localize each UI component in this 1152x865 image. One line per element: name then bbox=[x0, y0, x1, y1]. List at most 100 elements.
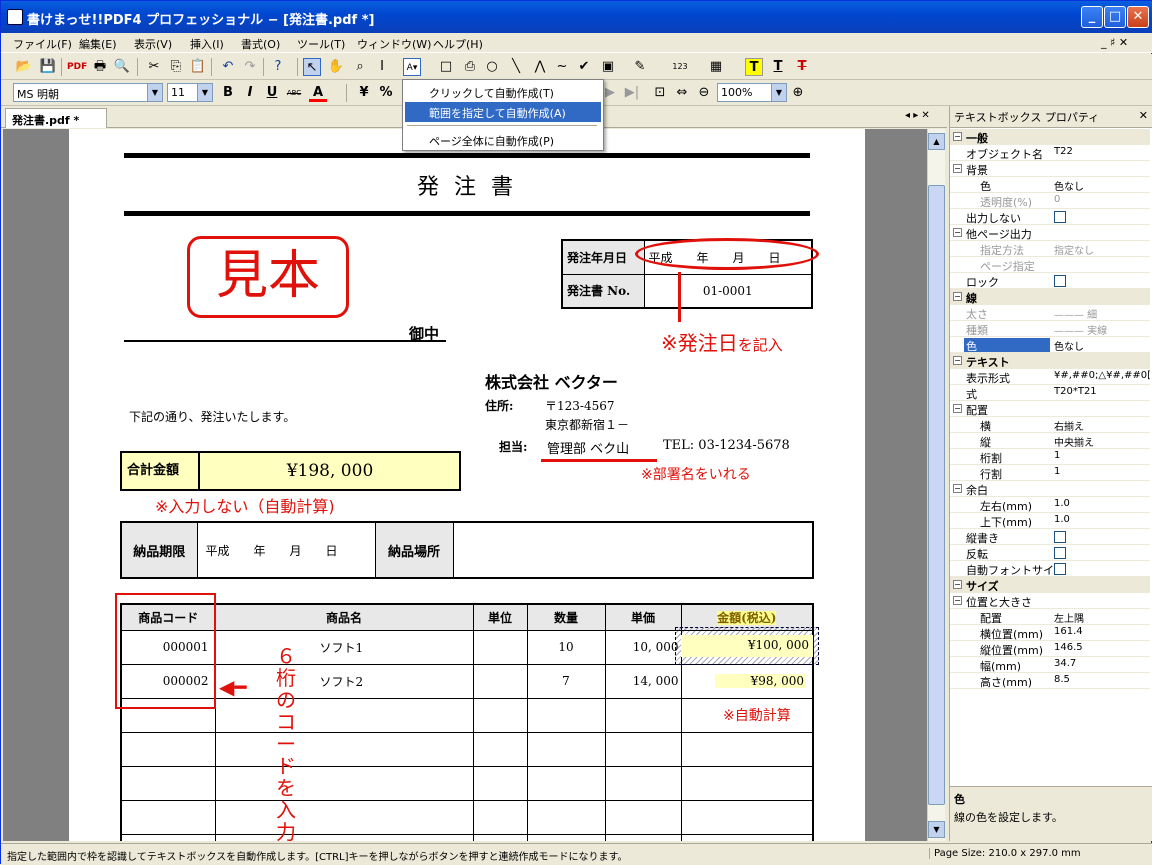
row1-name[interactable]: ソフト1 bbox=[214, 629, 474, 665]
property-checkbox[interactable] bbox=[1054, 531, 1066, 543]
line-icon[interactable]: ╲ bbox=[507, 58, 525, 76]
text-underline-icon[interactable]: T bbox=[769, 58, 787, 76]
zoom-select[interactable]: 100% ▼ bbox=[717, 83, 787, 102]
collapse-icon[interactable]: − bbox=[953, 164, 962, 173]
property-value[interactable]: 中央揃え bbox=[1054, 434, 1094, 448]
menu-item-range-create[interactable]: 範囲を指定して自動作成(A) bbox=[405, 102, 601, 122]
minimize-button[interactable]: _ bbox=[1081, 6, 1103, 28]
rectangle-icon[interactable]: □ bbox=[437, 58, 455, 76]
property-value[interactable]: 146.5 bbox=[1054, 642, 1083, 653]
property-row[interactable]: 種類 ——— 実線 bbox=[950, 321, 1150, 337]
property-row[interactable]: 左右(mm) 1.0 bbox=[950, 497, 1150, 513]
property-value[interactable]: 1 bbox=[1054, 466, 1060, 477]
zoom-out-icon[interactable]: ⊖ bbox=[695, 84, 713, 102]
property-value[interactable]: 1.0 bbox=[1054, 498, 1070, 509]
italic-button[interactable]: I bbox=[241, 84, 259, 102]
collapse-icon[interactable]: − bbox=[953, 484, 962, 493]
place-value[interactable] bbox=[452, 521, 814, 579]
property-value[interactable]: 右揃え bbox=[1054, 418, 1084, 432]
property-row[interactable]: − 背景 bbox=[950, 161, 1150, 177]
menu-item-page-create[interactable]: ページ全体に自動作成(P) bbox=[405, 130, 601, 150]
property-row[interactable]: − 余白 bbox=[950, 481, 1150, 497]
property-row[interactable]: ページ指定 bbox=[950, 257, 1150, 273]
property-row[interactable]: − テキスト bbox=[950, 353, 1150, 369]
property-row[interactable]: 幅(mm) 34.7 bbox=[950, 657, 1150, 673]
collapse-icon[interactable]: − bbox=[953, 356, 962, 365]
open-folder-icon[interactable]: 📂 bbox=[15, 58, 33, 76]
preview-icon[interactable]: 🔍 bbox=[113, 58, 131, 76]
pdf-icon[interactable]: PDF bbox=[67, 58, 87, 76]
property-row[interactable]: 横位置(mm) 161.4 bbox=[950, 625, 1150, 641]
font-size-select[interactable]: 11 ▼ bbox=[167, 83, 213, 102]
property-row[interactable]: − 配置 bbox=[950, 401, 1150, 417]
menu-file[interactable]: ファイル(F) bbox=[13, 36, 72, 52]
property-row[interactable]: 横 右揃え bbox=[950, 417, 1150, 433]
property-value[interactable]: 0 bbox=[1054, 194, 1060, 205]
contact-value[interactable]: 管理部 ベク山 bbox=[547, 438, 629, 457]
select-arrow-icon[interactable]: ↖ bbox=[303, 58, 321, 76]
property-row[interactable]: − 位置と大きさ bbox=[950, 593, 1150, 609]
property-row[interactable]: 太さ ——— 細 bbox=[950, 305, 1150, 321]
stamp-icon[interactable]: ⎙ bbox=[461, 58, 479, 76]
undo-icon[interactable]: ↶ bbox=[219, 58, 237, 76]
property-value[interactable]: 左上隅 bbox=[1054, 610, 1084, 624]
copy-icon[interactable]: ⎘ bbox=[167, 58, 185, 76]
hand-icon[interactable]: ✋ bbox=[327, 58, 345, 76]
fit-width-icon[interactable]: ⇔ bbox=[673, 84, 691, 102]
menu-insert[interactable]: 挿入(I) bbox=[190, 36, 224, 52]
bold-button[interactable]: B bbox=[219, 84, 237, 102]
property-value[interactable]: 1.0 bbox=[1054, 514, 1070, 525]
menu-help[interactable]: ヘルプ(H) bbox=[433, 36, 483, 52]
property-row[interactable]: 行割 1 bbox=[950, 465, 1150, 481]
maximize-button[interactable]: □ bbox=[1104, 6, 1126, 28]
freehand-icon[interactable]: ~ bbox=[553, 58, 571, 76]
property-row[interactable]: 色 色なし bbox=[950, 177, 1150, 193]
property-row[interactable]: 縦 中央揃え bbox=[950, 433, 1150, 449]
scroll-down-icon[interactable]: ▼ bbox=[928, 821, 945, 838]
menu-view[interactable]: 表示(V) bbox=[134, 36, 172, 52]
menu-edit[interactable]: 編集(E) bbox=[79, 36, 117, 52]
menu-tools[interactable]: ツール(T) bbox=[297, 36, 345, 52]
zoom-in-icon[interactable]: ⊕ bbox=[789, 84, 807, 102]
collapse-icon[interactable]: − bbox=[953, 132, 962, 141]
panel-close-icon[interactable]: ✕ bbox=[1139, 109, 1148, 122]
property-row[interactable]: 配置 左上隅 bbox=[950, 609, 1150, 625]
row2-price[interactable]: 14, 000 bbox=[604, 663, 682, 699]
underline-button[interactable]: U bbox=[263, 84, 281, 102]
property-row[interactable]: 上下(mm) 1.0 bbox=[950, 513, 1150, 529]
collapse-icon[interactable]: − bbox=[953, 596, 962, 605]
property-checkbox[interactable] bbox=[1054, 563, 1066, 575]
mdi-controls[interactable]: _ ♯ ✕ bbox=[1101, 36, 1128, 49]
property-row[interactable]: 桁割 1 bbox=[950, 449, 1150, 465]
tab-nav-icon[interactable]: ◂ ▸ ✕ bbox=[905, 110, 930, 121]
property-row[interactable]: − 他ページ出力 bbox=[950, 225, 1150, 241]
text-highlight-icon[interactable]: T bbox=[745, 58, 763, 76]
close-button[interactable]: ✕ bbox=[1127, 6, 1149, 28]
property-value[interactable]: 161.4 bbox=[1054, 626, 1083, 637]
menu-format[interactable]: 書式(O) bbox=[241, 36, 280, 52]
textbox-autocreate-icon[interactable]: A▾ bbox=[403, 58, 421, 76]
text-cursor-icon[interactable]: I bbox=[373, 58, 391, 76]
save-icon[interactable]: 💾 bbox=[39, 58, 57, 76]
property-row[interactable]: − 線 bbox=[950, 289, 1150, 305]
property-value[interactable]: T22 bbox=[1054, 146, 1073, 157]
help-icon[interactable]: ? bbox=[269, 58, 287, 76]
paste-icon[interactable]: 📋 bbox=[189, 58, 207, 76]
tab-document[interactable]: 発注書.pdf * bbox=[5, 108, 107, 128]
marker-icon[interactable]: ✎ bbox=[631, 58, 649, 76]
number-icon[interactable]: 123 bbox=[671, 58, 689, 76]
property-value[interactable]: ——— 実線 bbox=[1054, 322, 1107, 336]
table-icon[interactable]: ▦ bbox=[707, 58, 725, 76]
image-icon[interactable]: ▣ bbox=[599, 58, 617, 76]
row1-qty[interactable]: 10 bbox=[526, 629, 606, 665]
property-row[interactable]: 指定方法 指定なし bbox=[950, 241, 1150, 257]
order-no-value[interactable]: 01-0001 bbox=[643, 273, 813, 309]
row1-unit[interactable] bbox=[472, 629, 528, 665]
text-strike-icon[interactable]: T bbox=[793, 58, 811, 76]
last-page-icon[interactable]: ▶| bbox=[623, 84, 641, 102]
property-row[interactable]: 透明度(%) 0 bbox=[950, 193, 1150, 209]
property-row[interactable]: 表示形式 ¥#,##0;△¥#,##0[ja- bbox=[950, 369, 1150, 385]
collapse-icon[interactable]: − bbox=[953, 404, 962, 413]
vertical-scrollbar[interactable]: ▲ ▼ bbox=[927, 129, 945, 841]
scroll-thumb[interactable] bbox=[928, 185, 945, 805]
